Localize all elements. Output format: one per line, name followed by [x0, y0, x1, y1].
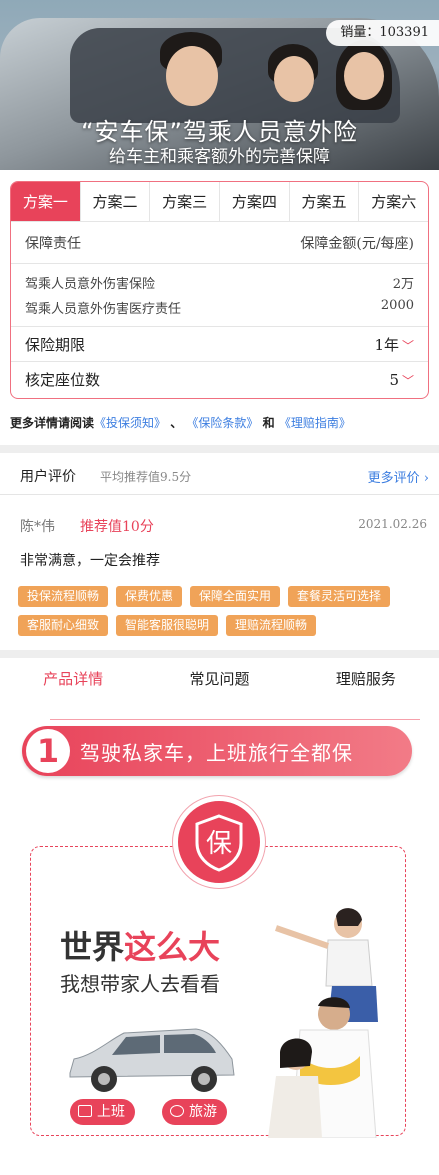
section-number: 1	[26, 729, 70, 773]
decorative-line	[50, 719, 420, 720]
tab-faq[interactable]: 常见问题	[146, 660, 292, 698]
more-reviews-link[interactable]: 更多评价 ›	[368, 467, 429, 486]
coverage-item-value: 2000	[380, 298, 414, 313]
tab-plan-2[interactable]: 方案二	[81, 182, 151, 221]
coverage-item-name: 驾乘人员意外伤害保险	[25, 277, 156, 292]
more-info-prefix: 更多详情请阅读	[10, 416, 95, 430]
review-tag: 投保流程顺畅	[18, 586, 109, 607]
period-value: 1年	[374, 335, 399, 354]
review-text: 非常满意，一定会推荐	[20, 553, 160, 569]
and-text: 和	[262, 416, 275, 430]
tab-plan-1[interactable]: 方案一	[11, 182, 81, 221]
tab-plan-3[interactable]: 方案三	[150, 182, 221, 221]
woman-face	[344, 52, 384, 100]
coverage-header: 保障责任 保障金额(元/每座)	[11, 222, 428, 264]
plan-box: 方案一 方案二 方案三 方案四 方案五 方案六 保障责任 保障金额(元/每座) …	[10, 181, 429, 399]
coverage-item: 驾乘人员意外伤害医疗责任 2000	[25, 298, 414, 317]
banner-subtitle: 给车主和乘客额外的完善保障	[109, 147, 330, 167]
review-title: 用户评价	[20, 469, 76, 485]
tab-plan-6[interactable]: 方案六	[359, 182, 428, 221]
section-banner: 1 驾驶私家车，上班旅行全都保	[22, 726, 412, 776]
review-tags: 投保流程顺畅 保费优惠 保障全面实用 套餐灵活可选择 客服耐心细致 智能客服很聪…	[18, 586, 423, 636]
tab-plan-5[interactable]: 方案五	[290, 182, 360, 221]
separator: 、	[170, 416, 183, 430]
review-tag: 保费优惠	[116, 586, 183, 607]
seats-label: 核定座位数	[25, 371, 101, 389]
poster-headline: 世界这么大	[60, 922, 220, 968]
chevron-right-icon: ›	[423, 471, 429, 486]
tab-product-details[interactable]: 产品详情	[0, 660, 146, 698]
chevron-down-icon: ﹀	[401, 373, 414, 388]
coverage-item-value: 2万	[392, 277, 414, 292]
divider	[0, 650, 439, 658]
review-tag: 智能客服很聪明	[116, 615, 219, 636]
detail-tabs: 产品详情 常见问题 理赔服务	[0, 660, 439, 698]
travel-button-label: 旅游	[189, 1104, 217, 1120]
review-average: 平均推荐值9.5分	[100, 470, 192, 484]
hero-banner: 销量：103391 “安车保”驾乘人员意外险 给车主和乘客额外的完善保障	[0, 0, 439, 170]
car-illustration	[69, 1028, 235, 1092]
review-score: 推荐值10分	[80, 519, 154, 535]
travel-icon	[170, 1105, 184, 1117]
family-illustration	[268, 908, 378, 1138]
shield-badge-text: 保	[205, 829, 232, 859]
briefcase-icon	[78, 1105, 92, 1117]
coverage-header-left: 保障责任	[25, 235, 81, 252]
reviewer-name: 陈*伟	[20, 519, 55, 535]
commute-button-label: 上班	[97, 1104, 125, 1120]
more-reviews-label: 更多评价	[367, 471, 420, 486]
commute-button[interactable]: 上班	[70, 1099, 135, 1125]
divider	[0, 445, 439, 453]
coverage-item-name: 驾乘人员意外伤害医疗责任	[25, 302, 182, 317]
tab-plan-4[interactable]: 方案四	[220, 182, 290, 221]
link-notice[interactable]: 《投保须知》	[94, 416, 166, 430]
review-tag: 套餐灵活可选择	[288, 586, 391, 607]
more-info-line: 更多详情请阅读《投保须知》 、 《保险条款》 和 《理赔指南》	[10, 414, 351, 431]
review-tag: 保障全面实用	[190, 586, 281, 607]
plan-tabs: 方案一 方案二 方案三 方案四 方案五 方案六	[11, 182, 428, 222]
travel-button[interactable]: 旅游	[162, 1099, 227, 1125]
coverage-header-right: 保障金额(元/每座)	[300, 235, 414, 252]
coverage-items: 驾乘人员意外伤害保险 2万 驾乘人员意外伤害医疗责任 2000	[11, 264, 428, 327]
tab-claims-service[interactable]: 理赔服务	[293, 660, 439, 698]
seats-select[interactable]: 核定座位数 5 ﹀	[11, 362, 428, 397]
shield-badge: 保	[173, 796, 265, 888]
person-face	[166, 46, 218, 106]
headline-part-a: 世界	[60, 928, 125, 966]
chevron-down-icon: ﹀	[401, 338, 414, 353]
review-date: 2021.02.26	[358, 517, 427, 531]
child-face	[274, 56, 314, 102]
coverage-item: 驾乘人员意外伤害保险 2万	[25, 273, 414, 292]
sales-count: 销量：103391	[326, 20, 439, 46]
review-header: 用户评价 平均推荐值9.5分 更多评价 ›	[0, 455, 439, 495]
link-claims-guide[interactable]: 《理赔指南》	[279, 416, 351, 430]
poster-subline: 我想带家人去看看	[60, 972, 220, 996]
review-tag: 理赔流程顺畅	[226, 615, 317, 636]
review-tag: 客服耐心细致	[18, 615, 109, 636]
headline-part-b: 这么大	[124, 928, 221, 966]
period-select[interactable]: 保险期限 1年 ﹀	[11, 327, 428, 362]
section-title: 驾驶私家车，上班旅行全都保	[80, 741, 353, 765]
link-terms[interactable]: 《保险条款》	[186, 416, 258, 430]
seats-value: 5	[389, 370, 399, 389]
period-label: 保险期限	[25, 335, 86, 354]
